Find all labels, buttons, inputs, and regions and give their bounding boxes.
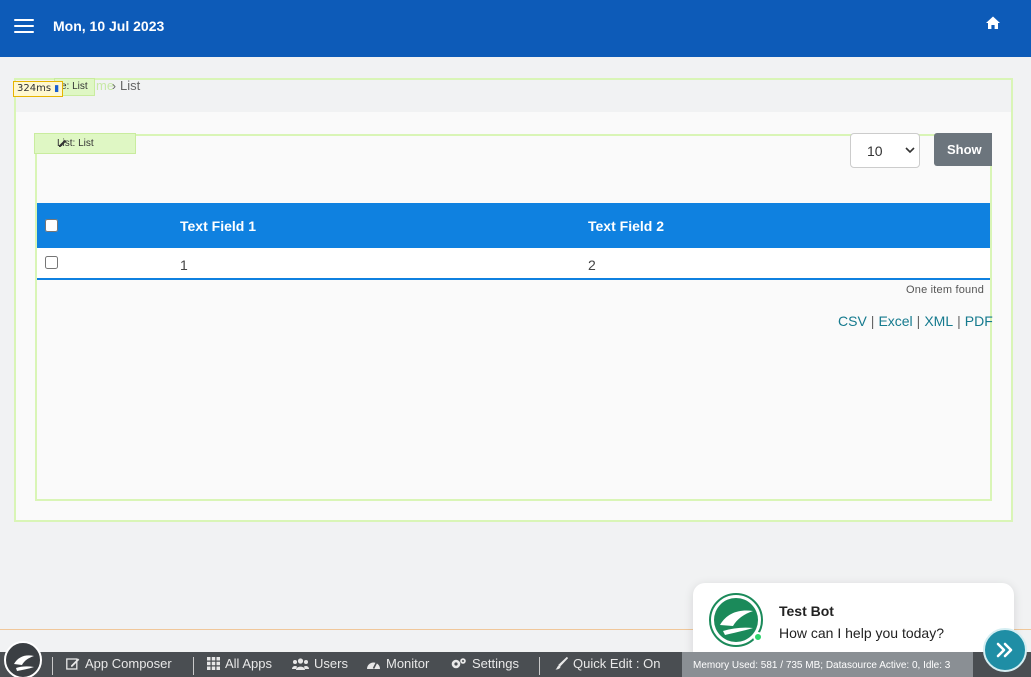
online-status-dot bbox=[753, 632, 763, 642]
app-composer-button[interactable]: App Composer bbox=[66, 656, 172, 671]
users-button[interactable]: Users bbox=[292, 656, 348, 671]
column-header-text-field-2[interactable]: Text Field 2 bbox=[588, 218, 664, 234]
divider bbox=[539, 657, 540, 675]
page-size-select[interactable]: 10 bbox=[850, 133, 920, 168]
settings-label: Settings bbox=[472, 656, 519, 671]
divider: | bbox=[870, 313, 875, 329]
menu-icon[interactable] bbox=[14, 19, 34, 35]
double-chevron-right-icon bbox=[996, 642, 1013, 658]
export-links: CSV | Excel | XML | PDF bbox=[838, 313, 993, 329]
header-date: Mon, 10 Jul 2023 bbox=[53, 18, 165, 34]
app-logo[interactable] bbox=[4, 641, 42, 677]
edit-icon bbox=[66, 658, 80, 670]
gears-icon bbox=[451, 658, 466, 669]
divider: | bbox=[916, 313, 921, 329]
divider: | bbox=[957, 313, 961, 329]
chat-bot-name: Test Bot bbox=[779, 603, 834, 619]
select-all-checkbox[interactable] bbox=[45, 219, 58, 232]
table-row[interactable]: 1 2 bbox=[37, 248, 990, 280]
item-count-text: One item found bbox=[906, 284, 985, 296]
quick-edit-toggle[interactable]: Quick Edit : On bbox=[555, 656, 660, 671]
divider bbox=[193, 657, 194, 675]
export-xml-link[interactable]: XML bbox=[924, 313, 953, 329]
copy-icon[interactable]: ▮ bbox=[54, 84, 59, 94]
breadcrumb-current: List bbox=[120, 78, 141, 93]
quick-edit-label: Quick Edit : On bbox=[573, 656, 661, 671]
timer-text: 324ms bbox=[17, 83, 52, 94]
users-label: Users bbox=[314, 656, 348, 671]
row-checkbox[interactable] bbox=[45, 256, 58, 269]
grid-icon bbox=[207, 657, 220, 670]
breadcrumb: › List bbox=[112, 78, 140, 93]
brush-icon bbox=[555, 657, 568, 670]
show-button[interactable]: Show bbox=[934, 133, 992, 166]
monitor-button[interactable]: Monitor bbox=[366, 656, 429, 671]
export-pdf-link[interactable]: PDF bbox=[965, 313, 993, 329]
pencil-icon bbox=[59, 139, 67, 147]
export-excel-link[interactable]: Excel bbox=[878, 313, 912, 329]
column-header-text-field-1[interactable]: Text Field 1 bbox=[180, 218, 256, 234]
users-icon bbox=[292, 657, 309, 670]
settings-button[interactable]: Settings bbox=[450, 656, 519, 671]
app-composer-label: App Composer bbox=[85, 656, 172, 671]
chevron-right-icon: › bbox=[112, 79, 116, 93]
logo-icon bbox=[14, 655, 34, 671]
divider bbox=[52, 657, 53, 675]
table-header: Text Field 1 Text Field 2 bbox=[37, 203, 990, 248]
timer-badge: 324ms ▮ bbox=[13, 81, 64, 97]
top-header: Mon, 10 Jul 2023 bbox=[0, 0, 1031, 57]
monitor-label: Monitor bbox=[386, 656, 430, 671]
home-icon[interactable] bbox=[985, 15, 1001, 31]
cell-text-field-2: 2 bbox=[588, 257, 596, 273]
chat-greeting: How can I help you today? bbox=[779, 625, 944, 641]
export-csv-link[interactable]: CSV bbox=[838, 313, 867, 329]
memory-status: Memory Used: 581 / 735 MB; Datasource Ac… bbox=[682, 652, 973, 677]
dashboard-icon bbox=[367, 661, 380, 669]
all-apps-button[interactable]: All Apps bbox=[207, 656, 272, 671]
all-apps-label: All Apps bbox=[225, 656, 272, 671]
cell-text-field-1: 1 bbox=[180, 257, 188, 273]
chat-toggle-button[interactable] bbox=[983, 628, 1027, 672]
quick-edit-tag-list[interactable]: List: List bbox=[34, 133, 136, 154]
